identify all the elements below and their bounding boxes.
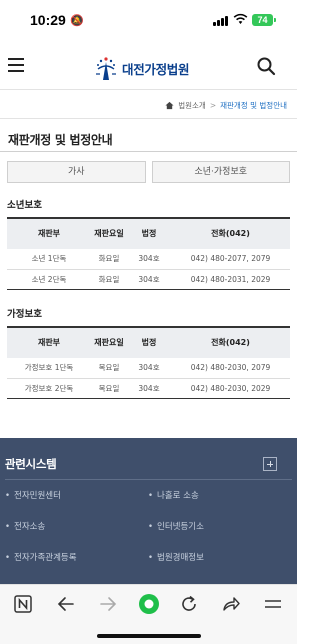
logo-text: 대전가정법원 [122,61,190,77]
page-title: 재판개정 및 법정안내 [8,133,113,147]
court-emblem-icon [96,57,116,80]
cell-courtroom: 304호 [127,358,171,379]
tab-bar: 가사 소년·가정보호 [7,161,290,183]
related-link-e-litigation[interactable]: 전자소송 [5,520,45,532]
breadcrumb-item-current[interactable]: 재판개정 및 법정안내 [220,100,287,111]
mute-bell-icon: 🔕 [70,14,84,27]
divider [0,151,297,152]
cellular-signal-icon [213,15,229,26]
cell-phone: 042) 480-2031, 2029 [171,269,290,290]
section-label-family: 가정보호 [7,309,42,320]
breadcrumb: 법원소개 > 재판개정 및 법정안내 [165,100,287,111]
cell-day: 목요일 [91,378,127,399]
cell-phone: 042) 480-2077, 2079 [171,249,290,270]
table-header-row: 재판부 재판요일 법정 전화(042) [7,218,290,249]
column-header-courtroom: 법정 [141,228,157,238]
cell-day: 목요일 [91,358,127,379]
related-systems-title: 관련시스템 [5,457,57,471]
tab-juvenile-family-protection[interactable]: 소년·가정보호 [151,161,290,183]
cell-courtroom: 304호 [127,378,171,399]
table-row: 소년 1단독 화요일 304호 042) 480-2077, 2079 [7,249,290,270]
cell-phone: 042) 480-2030, 2029 [171,378,290,399]
breadcrumb-item-about[interactable]: 법원소개 [178,100,206,111]
cell-courtroom: 304호 [127,269,171,290]
cell-division: 가정보호 2단독 [7,378,91,399]
forward-arrow-icon[interactable] [97,593,119,615]
battery-icon: 74 [252,14,276,26]
breadcrumb-separator-icon: > [209,101,217,110]
site-header: 대전가정법원 [0,44,297,90]
plus-icon[interactable] [263,457,277,471]
home-dot-icon[interactable] [138,593,160,615]
search-icon[interactable] [256,56,276,76]
status-time: 10:29 [30,12,66,28]
column-header-division: 재판부 [37,337,61,347]
status-bar: 10:29 🔕 74 [0,0,297,42]
column-header-phone: 전화(042) [211,337,250,347]
menu-icon[interactable] [262,593,284,615]
table-row: 소년 2단독 화요일 304호 042) 480-2031, 2029 [7,269,290,290]
related-link-court-auction[interactable]: 법원경매정보 [148,551,204,563]
cell-division: 소년 1단독 [7,249,91,270]
court-logo[interactable]: 대전가정법원 [92,52,190,84]
home-icon[interactable] [165,101,174,110]
family-schedule-table: 재판부 재판요일 법정 전화(042) 가정보호 1단독 목요일 304호 04… [7,326,290,399]
cell-division: 가정보호 1단독 [7,358,91,379]
related-link-self-litigation[interactable]: 나홀로 소송 [148,489,199,501]
cell-courtroom: 304호 [127,249,171,270]
share-icon[interactable] [220,593,242,615]
cell-phone: 042) 480-2030, 2079 [171,358,290,379]
divider [0,118,297,119]
column-header-day: 재판요일 [94,337,124,347]
column-header-phone: 전화(042) [211,228,250,238]
related-link-e-civil-service[interactable]: 전자민원센터 [5,489,61,501]
hamburger-menu-icon[interactable] [8,58,24,72]
naver-n-icon[interactable] [12,593,34,615]
cell-division: 소년 2단독 [7,269,91,290]
table-header-row: 재판부 재판요일 법정 전화(042) [7,327,290,358]
cell-day: 화요일 [91,249,127,270]
cell-day: 화요일 [91,269,127,290]
column-header-day: 재판요일 [94,228,124,238]
back-arrow-icon[interactable] [55,593,77,615]
section-label-juvenile: 소년보호 [7,200,42,211]
table-row: 가정보호 1단독 목요일 304호 042) 480-2030, 2079 [7,358,290,379]
juvenile-schedule-table: 재판부 재판요일 법정 전화(042) 소년 1단독 화요일 304호 042)… [7,217,290,290]
column-header-division: 재판부 [37,228,61,238]
related-link-family-registration[interactable]: 전자가족관계등록 [5,551,77,563]
tab-family-affairs[interactable]: 가사 [7,161,146,183]
table-row: 가정보호 2단독 목요일 304호 042) 480-2030, 2029 [7,378,290,399]
home-indicator [97,634,201,638]
wifi-icon [233,13,248,24]
reload-icon[interactable] [178,593,200,615]
related-systems-panel: 관련시스템 전자민원센터 나홀로 소송 전자소송 인터넷등기소 전자가족관계등록… [0,438,297,584]
related-link-internet-registry[interactable]: 인터넷등기소 [148,520,204,532]
column-header-courtroom: 법정 [141,337,157,347]
divider [5,479,292,480]
